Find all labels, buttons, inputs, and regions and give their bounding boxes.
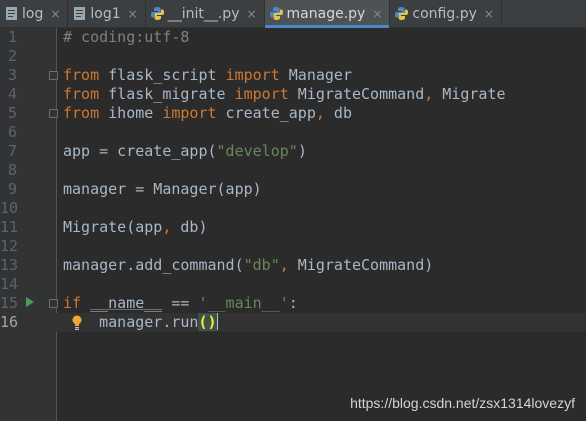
code-text: Migrate(app: [63, 218, 163, 236]
line-number: 8: [7, 161, 17, 179]
import-name: Manager: [279, 66, 352, 84]
tab-log1[interactable]: log1 ×: [68, 0, 146, 27]
import-name: Migrate: [433, 85, 506, 103]
line-number: 12: [0, 237, 19, 255]
python-file-icon: [395, 7, 409, 20]
close-icon[interactable]: ×: [50, 7, 60, 21]
code-line[interactable]: 2: [0, 47, 586, 66]
line-number: 5: [7, 104, 17, 122]
line-number: 3: [7, 66, 17, 84]
tab-label: log: [22, 5, 44, 22]
code-text: manager.add_command(: [63, 256, 244, 274]
line-number: 11: [0, 218, 19, 236]
close-icon[interactable]: ×: [372, 7, 382, 21]
module-name: flask_migrate: [99, 85, 235, 103]
import-name: create_app: [216, 104, 316, 122]
keyword: import: [234, 85, 289, 103]
fold-marker-icon[interactable]: [49, 109, 58, 118]
code-editor[interactable]: 1 # coding:utf-8 2 3 from flask_script i…: [0, 28, 586, 421]
tab-log[interactable]: log ×: [0, 0, 69, 27]
code-line[interactable]: 11 Migrate(app, db): [0, 218, 586, 237]
tab-label: __init__.py: [167, 5, 240, 22]
code-line[interactable]: 15 if __name__ == '__main__':: [0, 294, 586, 313]
matched-parens: (): [198, 313, 217, 331]
python-file-icon: [269, 7, 283, 20]
tab-init-py[interactable]: __init__.py ×: [146, 0, 265, 27]
code-line[interactable]: 7 app = create_app("develop"): [0, 142, 586, 161]
code-line[interactable]: 8: [0, 161, 586, 180]
module-name: ihome: [99, 104, 163, 122]
current-code-line[interactable]: 16 manager.run(): [0, 313, 586, 332]
line-number: 4: [7, 85, 17, 103]
tab-label: log1: [90, 5, 121, 22]
keyword: from: [63, 66, 100, 84]
watermark-url: https://blog.csdn.net/zsx1314lovezyf: [350, 395, 575, 411]
text-caret: [216, 313, 218, 330]
comment-text: # coding:utf-8: [63, 28, 190, 46]
code-text: app = create_app(: [63, 142, 217, 160]
import-name: MigrateCommand: [288, 85, 425, 103]
code-text: db): [171, 218, 208, 236]
comma: ,: [279, 256, 289, 274]
fold-marker-icon[interactable]: [49, 299, 58, 308]
text-file-icon: [74, 7, 86, 20]
code-text: manager.run: [99, 313, 199, 331]
code-text: MigrateCommand): [288, 256, 434, 274]
tab-label: manage.py: [286, 5, 366, 22]
code-line[interactable]: 12: [0, 237, 586, 256]
code-line[interactable]: 1 # coding:utf-8: [0, 28, 586, 47]
code-line[interactable]: 10: [0, 199, 586, 218]
line-number: 10: [0, 199, 19, 217]
line-number: 6: [7, 123, 17, 141]
code-line[interactable]: 9 manager = Manager(app): [0, 180, 586, 199]
keyword: if: [63, 294, 82, 312]
code-text: manager = Manager(app): [63, 180, 262, 198]
code-line[interactable]: 13 manager.add_command("db", MigrateComm…: [0, 256, 586, 275]
dunder-name: __name__: [90, 294, 163, 312]
fold-marker-icon[interactable]: [49, 71, 58, 80]
string-literal: "develop": [216, 142, 298, 160]
code-line[interactable]: 14: [0, 275, 586, 294]
tab-label: config.py: [412, 5, 477, 22]
string-literal: '__main__': [198, 294, 289, 312]
keyword: from: [63, 104, 100, 122]
close-icon[interactable]: ×: [246, 7, 256, 21]
code-line[interactable]: 3 from flask_script import Manager: [0, 66, 586, 85]
code-text: :: [288, 294, 298, 312]
code-line[interactable]: 6: [0, 123, 586, 142]
tab-manage-py[interactable]: manage.py ×: [264, 0, 391, 28]
keyword: from: [63, 85, 100, 103]
import-name: db: [324, 104, 352, 122]
operator: ==: [162, 294, 199, 312]
line-number: 2: [7, 47, 17, 65]
keyword: import: [162, 104, 217, 122]
code-line[interactable]: 5 from ihome import create_app, db: [0, 104, 586, 123]
close-icon[interactable]: ×: [484, 7, 494, 21]
python-file-icon: [150, 7, 164, 20]
line-number: 9: [7, 180, 17, 198]
code-line[interactable]: 4 from flask_migrate import MigrateComma…: [0, 85, 586, 104]
close-icon[interactable]: ×: [128, 7, 138, 21]
tab-config-py[interactable]: config.py ×: [390, 0, 502, 27]
comma: ,: [424, 85, 434, 103]
keyword: import: [225, 66, 280, 84]
text-file-icon: [6, 7, 17, 20]
line-number: 16: [0, 313, 19, 332]
module-name: flask_script: [99, 66, 226, 84]
line-number: 1: [7, 28, 17, 46]
line-number: 7: [7, 142, 17, 160]
run-arrow-icon[interactable]: [26, 297, 34, 307]
comma: ,: [315, 104, 325, 122]
editor-tab-bar: log × log1 × __init__.py × manage.py × c…: [0, 0, 586, 28]
code-text: ): [297, 142, 307, 160]
line-number: 15: [0, 294, 19, 312]
line-number: 13: [0, 256, 19, 274]
line-number: 14: [0, 275, 19, 293]
string-literal: "db": [243, 256, 280, 274]
